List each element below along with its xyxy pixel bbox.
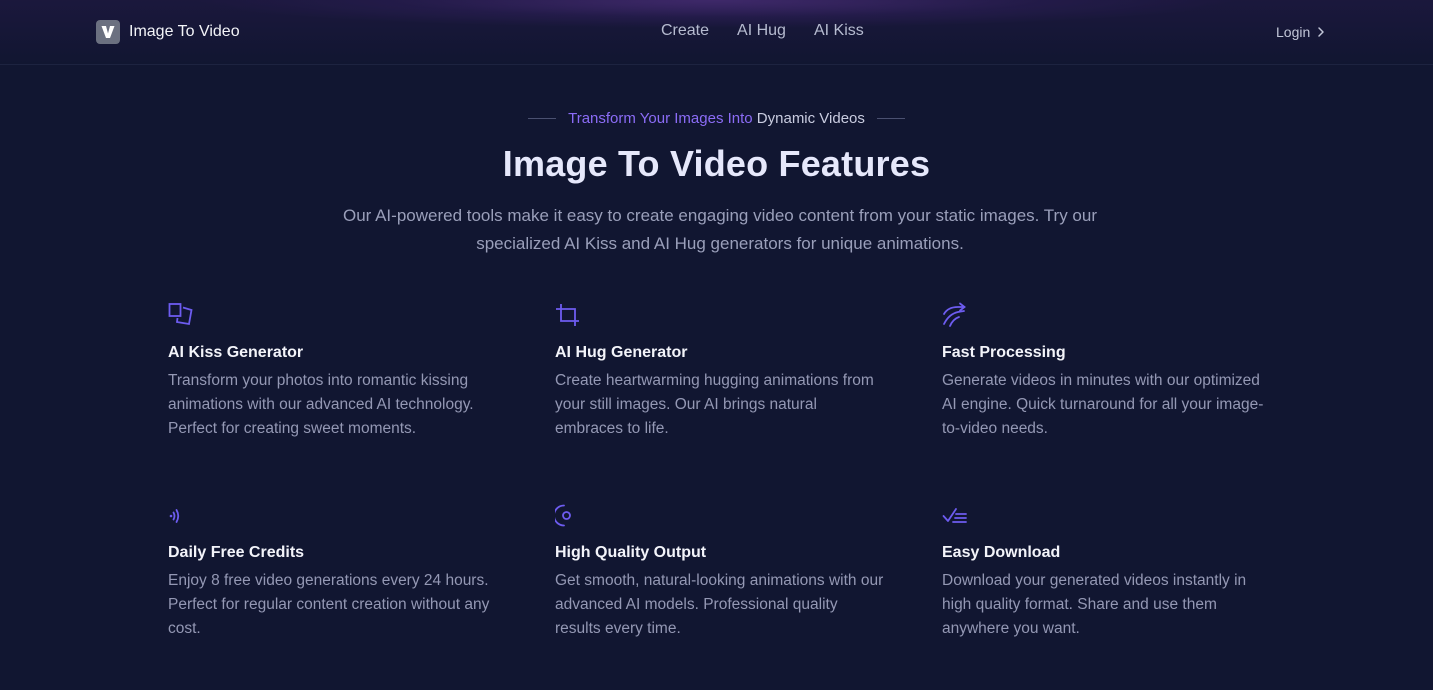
top-header: V Image To Video Create AI Hug AI Kiss L… [0,0,1433,65]
eyebrow: Transform Your Images Into Dynamic Video… [0,110,1433,127]
logo-text: Image To Video [129,23,240,40]
eyebrow-text: Transform Your Images Into Dynamic Video… [568,110,865,127]
feature-card-daily-credits: Daily Free Credits Enjoy 8 free video ge… [168,502,555,654]
feature-card-ai-kiss: AI Kiss Generator Transform your photos … [168,302,555,454]
login-button[interactable]: Login [1276,24,1326,40]
chevron-right-icon [1318,27,1325,37]
eyebrow-line-left [528,118,557,119]
checklist-icon [942,508,967,523]
signal-waves-icon [169,509,180,523]
main-nav: Create AI Hug AI Kiss [661,22,864,40]
feature-description: Transform your photos into romantic kiss… [168,372,474,437]
feature-card-fast-processing: Fast Processing Generate videos in minut… [942,302,1278,454]
eyebrow-text-accent: Transform Your Images Into [568,110,757,127]
feature-description: Enjoy 8 free video generations every 24 … [168,572,490,637]
nav-ai-hug[interactable]: AI Hug [737,22,786,40]
page-title: Image To Video Features [502,143,931,184]
feature-card-ai-hug: AI Hug Generator Create heartwarming hug… [555,302,942,454]
feature-title: AI Hug Generator [555,344,688,361]
feature-description: Generate videos in minutes with our opti… [942,372,1264,437]
feature-title: Fast Processing [942,344,1066,361]
feature-title: AI Kiss Generator [168,344,304,361]
feature-card-high-quality: High Quality Output Get smooth, natural-… [555,502,942,654]
fast-forward-arrows-icon [943,302,966,327]
eyebrow-text-plain: Dynamic Videos [756,110,865,127]
logo-icon: V [96,20,120,44]
feature-description: Download your generated videos instantly… [942,572,1247,637]
quality-dial-icon [555,504,571,527]
feature-title: Easy Download [942,544,1061,561]
feature-description: Create heartwarming hugging animations f… [555,372,874,437]
page-subtitle: Our AI-powered tools make it easy to cre… [342,206,1098,253]
feature-title: Daily Free Credits [168,544,305,561]
crop-frame-icon [168,303,193,326]
feature-title: High Quality Output [555,544,707,561]
feature-card-easy-download: Easy Download Download your generated vi… [942,502,1278,654]
logo-link[interactable]: V Image To Video [96,20,240,44]
nav-create[interactable]: Create [661,22,709,40]
eyebrow-line-right [876,118,905,119]
login-label: Login [1276,24,1311,40]
nav-ai-kiss[interactable]: AI Kiss [814,22,864,40]
crop-icon [556,304,579,326]
features-grid: AI Kiss Generator Transform your photos … [168,302,1278,654]
feature-description: Get smooth, natural-looking animations w… [555,572,884,637]
